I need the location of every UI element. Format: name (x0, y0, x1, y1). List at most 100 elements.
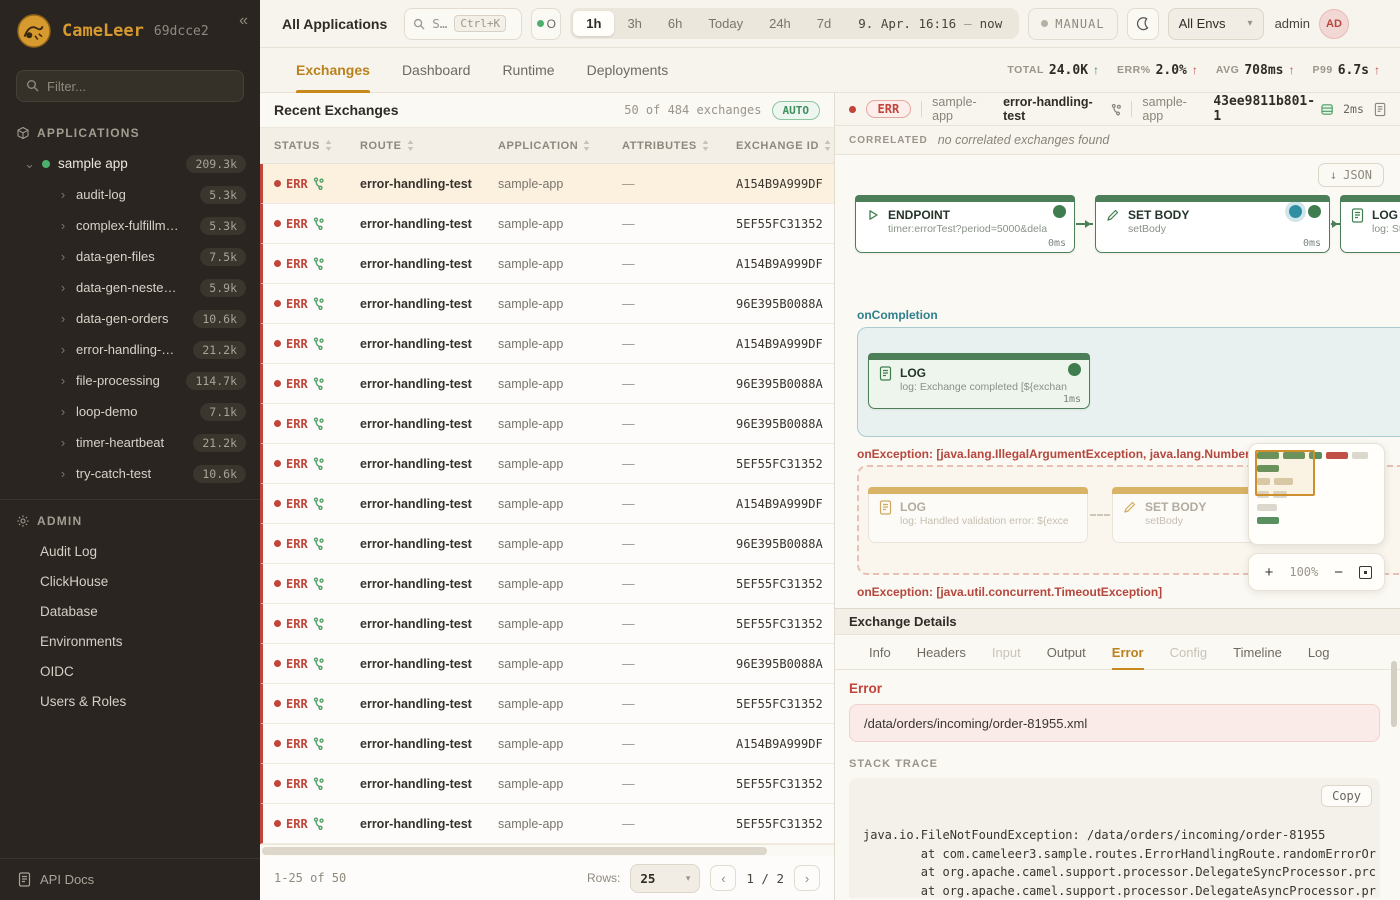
live-indicator-button[interactable]: O (531, 8, 561, 40)
column-header-route[interactable]: ROUTE (360, 140, 498, 152)
auto-mode-badge[interactable]: AUTO (772, 101, 821, 120)
table-row[interactable]: ERR error-handling-test sample-app — 5EF… (260, 564, 834, 604)
date-range-display[interactable]: 9. Apr. 16:16 – now (844, 16, 1016, 31)
sidebar-item-sample-app[interactable]: ⌄ sample app 209.3k (0, 148, 260, 179)
table-row[interactable]: ERR error-handling-test sample-app — 5EF… (260, 604, 834, 644)
column-header-attributes[interactable]: ATTRIBUTES (622, 140, 736, 152)
table-row[interactable]: ERR error-handling-test sample-app — 5EF… (260, 444, 834, 484)
document-icon[interactable] (1374, 102, 1386, 117)
table-row[interactable]: ERR error-handling-test sample-app — A15… (260, 324, 834, 364)
time-range-button[interactable]: 24h (756, 11, 804, 36)
diagram-node-oncompletion-log[interactable]: LOG log: Exchange completed [${exchan 1m… (868, 353, 1090, 409)
time-range-button[interactable]: 3h (614, 11, 654, 36)
route-diagram-canvas[interactable]: ↓ JSON ENDPOINT timer (835, 155, 1400, 608)
node-title: ENDPOINT (888, 208, 1047, 223)
sidebar-route-item[interactable]: › error-handling-… 21.2k (0, 334, 260, 365)
main-tab[interactable]: Runtime (502, 48, 554, 92)
avatar[interactable]: AD (1319, 9, 1349, 39)
table-row[interactable]: ERR error-handling-test sample-app — 96E… (260, 644, 834, 684)
search-input[interactable]: S… Ctrl+K (404, 8, 522, 40)
exchange-route-label[interactable]: error-handling-test (1003, 95, 1121, 123)
sidebar-route-item[interactable]: › data-gen-files 7.5k (0, 241, 260, 272)
sidebar-route-item[interactable]: › data-gen-neste… 5.9k (0, 272, 260, 303)
prev-page-button[interactable]: ‹ (710, 865, 736, 891)
main-tab[interactable]: Deployments (587, 48, 669, 92)
sidebar-route-item[interactable]: › data-gen-orders 10.6k (0, 303, 260, 334)
sidebar-route-item[interactable]: › file-processing 114.7k (0, 365, 260, 396)
sidebar-admin-item[interactable]: ClickHouse (0, 566, 260, 596)
diagram-node-exception-log[interactable]: LOG log: Handled validation error: ${exc… (868, 487, 1088, 543)
table-row[interactable]: ERR error-handling-test sample-app — 5EF… (260, 764, 834, 804)
download-json-button[interactable]: ↓ JSON (1318, 163, 1384, 187)
search-icon (413, 18, 425, 30)
details-tab[interactable]: Timeline (1233, 635, 1282, 669)
sidebar-admin-item[interactable]: Users & Roles (0, 686, 260, 716)
diagram-node-setbody[interactable]: SET BODY setBody 0ms (1095, 195, 1330, 253)
table-column-headers: STATUS ROUTE APPLICATION ATTRIBUTES (260, 128, 835, 164)
table-row[interactable]: ERR error-handling-test sample-app — 5EF… (260, 804, 834, 844)
details-tab[interactable]: Log (1308, 635, 1330, 669)
table-row[interactable]: ERR error-handling-test sample-app — 5EF… (260, 684, 834, 724)
exchange-id-cell: 96E395B0088A (736, 417, 834, 431)
table-row[interactable]: ERR error-handling-test sample-app — 5EF… (260, 204, 834, 244)
sidebar-route-item[interactable]: › timer-heartbeat 21.2k (0, 427, 260, 458)
details-tab[interactable]: Input (992, 635, 1021, 669)
sidebar-admin-item[interactable]: Environments (0, 626, 260, 656)
column-header-exchange-id[interactable]: EXCHANGE ID (736, 140, 835, 152)
route-cell: error-handling-test (360, 537, 498, 551)
table-row[interactable]: ERR error-handling-test sample-app — A15… (260, 164, 834, 204)
sidebar-admin-item[interactable]: Audit Log (0, 536, 260, 566)
minimap[interactable] (1248, 443, 1385, 545)
sidebar-item-api-docs[interactable]: API Docs (0, 858, 260, 900)
sidebar-admin-item[interactable]: Database (0, 596, 260, 626)
details-tab[interactable]: Output (1047, 635, 1086, 669)
table-row[interactable]: ERR error-handling-test sample-app — 96E… (260, 404, 834, 444)
time-range-button[interactable]: 1h (573, 11, 614, 36)
table-row[interactable]: ERR error-handling-test sample-app — 96E… (260, 284, 834, 324)
main-tab[interactable]: Exchanges (296, 48, 370, 92)
details-tab[interactable]: Config (1170, 635, 1208, 669)
rows-per-page-select[interactable]: 25 ▾ (630, 864, 700, 893)
sidebar-route-item[interactable]: › audit-log 5.3k (0, 179, 260, 210)
sidebar-admin-item[interactable]: OIDC (0, 656, 260, 686)
sidebar-collapse-icon[interactable]: « (239, 12, 248, 30)
time-range-button[interactable]: 7d (804, 11, 844, 36)
vertical-scrollbar-thumb[interactable] (1391, 661, 1397, 727)
manual-refresh-button[interactable]: MANUAL (1028, 8, 1117, 40)
diagram-node-endpoint[interactable]: ENDPOINT timer:errorTest?period=5000&del… (855, 195, 1075, 253)
time-range-button[interactable]: Today (695, 11, 756, 36)
stack-trace-box[interactable]: java.io.FileNotFoundException: /data/ord… (849, 778, 1380, 898)
zoom-in-button[interactable]: + (1261, 564, 1277, 581)
exchange-id[interactable]: 43ee9811b801-1 (1213, 94, 1333, 124)
table-row[interactable]: ERR error-handling-test sample-app — A15… (260, 724, 834, 764)
sidebar-route-item[interactable]: › try-catch-test 10.6k (0, 458, 260, 489)
column-header-application[interactable]: APPLICATION (498, 140, 622, 152)
column-header-status[interactable]: STATUS (274, 140, 360, 152)
sidebar-route-item[interactable]: › complex-fulfillm… 5.3k (0, 210, 260, 241)
dark-mode-toggle[interactable] (1127, 8, 1159, 40)
environment-select[interactable]: All Envs ▾ (1168, 8, 1264, 40)
attributes-cell: — (622, 657, 736, 671)
main-tab[interactable]: Dashboard (402, 48, 471, 92)
route-cell: error-handling-test (360, 497, 498, 511)
minimap-viewport[interactable] (1255, 450, 1315, 496)
application-cell: sample-app (498, 537, 622, 551)
copy-button[interactable]: Copy (1321, 785, 1372, 807)
zoom-out-button[interactable]: − (1331, 564, 1347, 581)
next-page-button[interactable]: › (794, 865, 820, 891)
horizontal-scrollbar-thumb[interactable] (262, 847, 767, 855)
table-row[interactable]: ERR error-handling-test sample-app — 96E… (260, 524, 834, 564)
fit-view-button[interactable] (1359, 566, 1372, 579)
date-end: now (980, 16, 1003, 31)
table-row[interactable]: ERR error-handling-test sample-app — 96E… (260, 364, 834, 404)
time-range-button[interactable]: 6h (655, 11, 695, 36)
filter-input[interactable] (16, 70, 244, 102)
sidebar-route-item[interactable]: › loop-demo 7.1k (0, 396, 260, 427)
details-tab[interactable]: Headers (917, 635, 966, 669)
details-tab[interactable]: Error (1112, 635, 1144, 669)
table-row[interactable]: ERR error-handling-test sample-app — A15… (260, 244, 834, 284)
details-tab[interactable]: Info (869, 635, 891, 669)
diagram-node-log[interactable]: LOG log: Sta (1340, 195, 1400, 253)
table-row[interactable]: ERR error-handling-test sample-app — A15… (260, 484, 834, 524)
error-dot-icon (849, 106, 856, 113)
